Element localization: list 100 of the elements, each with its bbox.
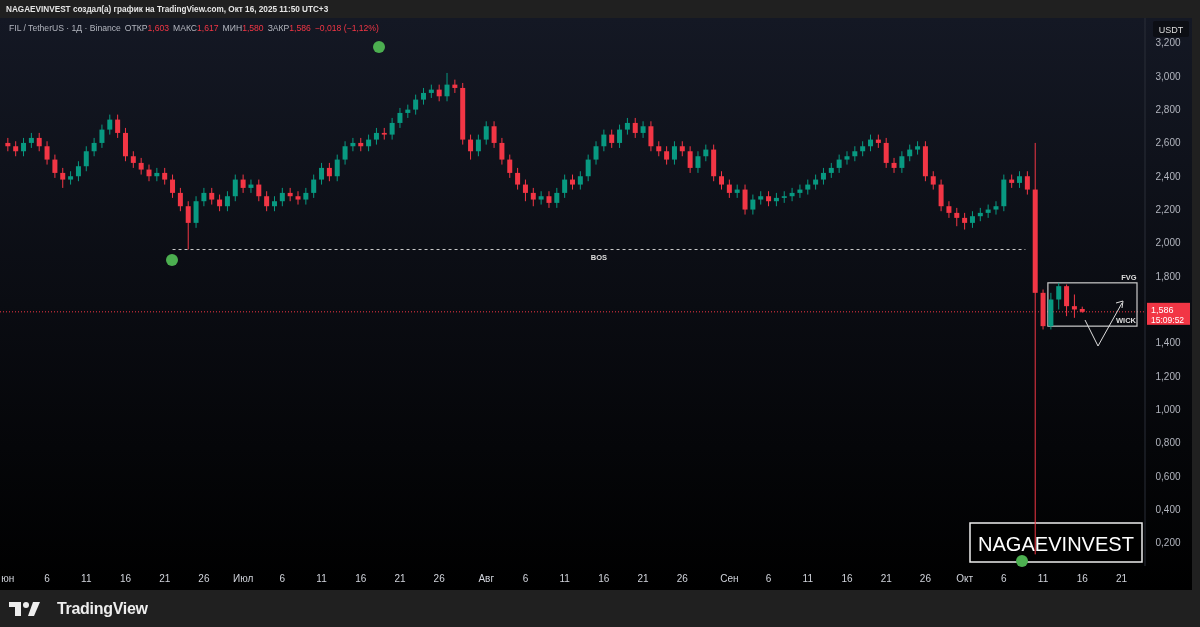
candlestick: [1064, 284, 1070, 317]
candlestick: [491, 120, 497, 149]
candlestick: [326, 162, 332, 182]
date-label: 16: [1076, 573, 1088, 584]
candlestick: [264, 190, 270, 212]
candlestick: [938, 179, 944, 212]
candlestick: [742, 184, 748, 216]
date-label: 21: [880, 573, 892, 584]
candlestick: [475, 134, 481, 157]
candlestick: [515, 167, 521, 191]
candlestick: [60, 167, 66, 189]
candlestick: [577, 170, 583, 191]
header-text: NAGAEVINVEST создал(а) график на TradingView.com, Окт 16, 2025 11:50 UTC+3: [5, 4, 330, 16]
date-label: 11: [559, 573, 570, 584]
candlestick: [562, 174, 568, 199]
price-tick: 1,000: [1155, 403, 1181, 415]
candlestick: [883, 137, 889, 169]
candlestick: [546, 190, 552, 209]
candlestick: [648, 120, 654, 152]
price-tick: 3,200: [1155, 37, 1181, 49]
price-tag-background: [1147, 302, 1190, 325]
candlestick: [585, 154, 591, 182]
candlestick: [201, 187, 207, 207]
candlestick: [1024, 170, 1030, 196]
candlestick: [554, 187, 560, 209]
date-label: 6: [279, 573, 286, 584]
candlestick: [726, 179, 732, 199]
candlestick: [483, 120, 489, 146]
candlestick: [185, 200, 191, 251]
candlestick: [946, 200, 952, 219]
candlestick: [334, 154, 340, 182]
candlestick: [83, 145, 89, 172]
countdown-timer: 15:09:52: [1151, 314, 1185, 325]
candlestick: [522, 179, 528, 202]
candlestick: [632, 117, 638, 139]
candlestick: [836, 154, 842, 174]
last-price: 1,586: [1151, 304, 1174, 315]
price-tick: 1,400: [1155, 337, 1181, 349]
date-label: 16: [119, 573, 132, 584]
candlestick: [342, 140, 348, 166]
pivot-dot: [1016, 555, 1028, 567]
symbol-label: FIL / TetherUS · 1Д · Binance: [9, 22, 121, 35]
candlestick: [640, 120, 646, 139]
candlestick: [170, 174, 176, 199]
candlestick: [413, 94, 419, 116]
price-tick: 2,600: [1155, 137, 1181, 149]
ohlc-label: ЗАКР: [267, 23, 290, 33]
candlestick: [122, 127, 128, 162]
candlestick: [279, 187, 285, 207]
date-label: 16: [355, 573, 367, 584]
date-label: 11: [81, 573, 92, 584]
date-label: 16: [841, 573, 853, 584]
date-label: 21: [159, 573, 171, 584]
candlestick: [75, 160, 81, 182]
candlestick: [1056, 282, 1062, 310]
date-label: 6: [1001, 573, 1007, 584]
candlestick: [671, 140, 677, 166]
candlestick: [538, 190, 544, 206]
date-label: 16: [598, 573, 610, 584]
price-tick: 2,200: [1155, 204, 1181, 216]
date-label: 11: [316, 573, 327, 584]
candlestick: [99, 124, 105, 149]
candlestick: [844, 150, 850, 166]
candlestick: [44, 140, 50, 166]
candlestick: [664, 145, 670, 166]
date-label: юн: [1, 573, 15, 584]
date-label: 21: [637, 573, 649, 584]
date-label: 26: [433, 573, 445, 584]
date-label: Сен: [720, 573, 739, 584]
candlestick: [891, 157, 897, 174]
candlestick: [468, 134, 474, 161]
pivot-dot: [373, 41, 385, 53]
ohlc-value: 1,586: [289, 23, 311, 33]
candlestick: [507, 154, 513, 179]
date-label: 26: [919, 573, 931, 584]
date-label: Авг: [478, 573, 495, 584]
pivot-dot: [166, 254, 178, 266]
price-tick: 3,000: [1155, 70, 1181, 82]
price-tick: 0,200: [1155, 537, 1181, 549]
date-label: 21: [394, 573, 406, 584]
price-tick: 0,400: [1155, 503, 1181, 515]
price-tick: 2,000: [1155, 237, 1181, 249]
candlestick: [593, 140, 599, 166]
price-tick: 2,800: [1155, 104, 1181, 116]
candlestick: [389, 117, 395, 141]
candlestick: [146, 164, 152, 182]
brand-name: TradingView: [57, 598, 148, 619]
candlestick: [36, 132, 42, 152]
ohlc-label: МАКС: [173, 23, 198, 33]
candlestick: [609, 129, 615, 149]
date-label: Июл: [232, 573, 254, 584]
date-label: 6: [522, 573, 529, 584]
candlestick: [750, 194, 756, 216]
candlestick: [193, 195, 199, 229]
candlestick: [256, 179, 262, 202]
candlestick: [444, 72, 450, 102]
candlestick: [115, 114, 121, 139]
candlestick: [993, 200, 999, 216]
candlestick: [397, 107, 403, 129]
price-tick: 0,600: [1155, 470, 1181, 482]
